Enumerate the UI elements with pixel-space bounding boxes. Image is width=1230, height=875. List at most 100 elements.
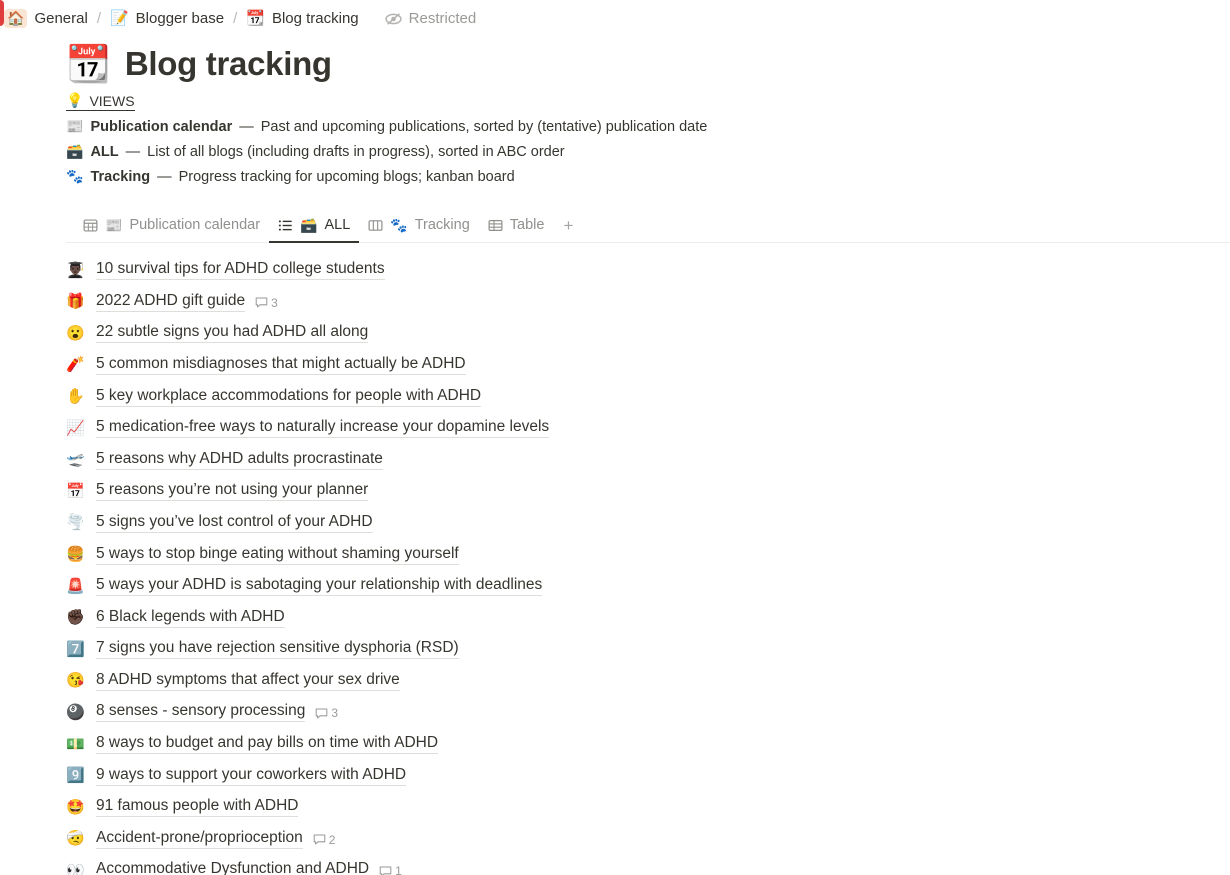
head-bandage-icon: 🤕 bbox=[66, 830, 85, 848]
list-item-title[interactable]: 5 ways your ADHD is sabotaging your rela… bbox=[96, 576, 543, 597]
add-view-button[interactable]: + bbox=[553, 215, 583, 242]
breadcrumb-label: General bbox=[34, 10, 88, 27]
breadcrumb-label: Blogger base bbox=[135, 10, 225, 27]
list-item-title[interactable]: 2022 ADHD gift guide bbox=[96, 292, 246, 312]
comment-count[interactable]: 3 bbox=[255, 296, 278, 310]
list-item[interactable]: 🎁 2022 ADHD gift guide 3 bbox=[66, 286, 1210, 318]
tab-tracking[interactable]: 🐾 Tracking bbox=[359, 215, 479, 243]
page-emoji-icon[interactable]: 📆 bbox=[66, 46, 111, 82]
comment-count[interactable]: 2 bbox=[313, 833, 335, 847]
list-item-title[interactable]: 5 medication-free ways to naturally incr… bbox=[96, 418, 550, 439]
paw-prints-icon: 🐾 bbox=[390, 217, 408, 234]
list-item[interactable]: 👨🏿‍🎓 10 survival tips for ADHD college s… bbox=[66, 254, 1210, 286]
list-item-title[interactable]: 91 famous people with ADHD bbox=[96, 797, 299, 818]
eight-ball-icon: 🎱 bbox=[66, 703, 85, 721]
board-view-icon bbox=[368, 218, 383, 233]
calendar-view-icon bbox=[83, 218, 98, 233]
page-content: 📆 Blog tracking 💡 VIEWS 📰 Publication ca… bbox=[0, 45, 1230, 875]
view-description-name: ALL bbox=[90, 144, 119, 161]
list-item-title[interactable]: 5 reasons you’re not using your planner bbox=[96, 481, 369, 502]
list-item-title[interactable]: 6 Black legends with ADHD bbox=[96, 608, 285, 628]
list-item-title[interactable]: Accident-prone/proprioception bbox=[96, 829, 303, 849]
tornado-icon: 🌪️ bbox=[66, 514, 85, 532]
breadcrumb-separator: / bbox=[233, 10, 238, 27]
breadcrumb-item-blogger-base[interactable]: 📝 Blogger base bbox=[106, 8, 228, 29]
list-item[interactable]: 🌪️ 5 signs you’ve lost control of your A… bbox=[66, 507, 1210, 539]
table-view-icon bbox=[488, 218, 503, 233]
card-index-box-icon: 🗃️ bbox=[66, 143, 84, 160]
list-item[interactable]: 😮 22 subtle signs you had ADHD all along bbox=[66, 318, 1210, 350]
open-mouth-face-icon: 😮 bbox=[66, 324, 85, 342]
list-item-title[interactable]: 5 ways to stop binge eating without sham… bbox=[96, 545, 459, 565]
list-item[interactable]: 7️⃣ 7 signs you have rejection sensitive… bbox=[66, 634, 1210, 666]
page-list: 👨🏿‍🎓 10 survival tips for ADHD college s… bbox=[66, 254, 1210, 875]
list-item-title[interactable]: 22 subtle signs you had ADHD all along bbox=[96, 323, 369, 344]
list-item[interactable]: 🛫 5 reasons why ADHD adults procrastinat… bbox=[66, 444, 1210, 476]
keycap-seven-icon: 7️⃣ bbox=[66, 640, 85, 658]
home-icon: 🏠 bbox=[4, 9, 28, 28]
list-item[interactable]: 📈 5 medication-free ways to naturally in… bbox=[66, 412, 1210, 444]
list-view-icon bbox=[278, 218, 293, 233]
tab-label: Table bbox=[509, 217, 545, 234]
view-description-dash: — bbox=[239, 119, 254, 135]
restricted-badge[interactable]: Restricted bbox=[385, 10, 476, 27]
views-label: VIEWS bbox=[89, 92, 135, 109]
list-item-title[interactable]: 8 senses - sensory processing bbox=[96, 702, 306, 723]
list-item[interactable]: 🤕 Accident-prone/proprioception 2 bbox=[66, 823, 1210, 855]
list-item-title[interactable]: 5 key workplace accommodations for peopl… bbox=[96, 387, 482, 407]
calendar-icon: 📆 bbox=[246, 10, 265, 27]
list-item[interactable]: 👀 Accommodative Dysfunction and ADHD 1 bbox=[66, 855, 1210, 875]
list-item[interactable]: 🍔 5 ways to stop binge eating without sh… bbox=[66, 539, 1210, 571]
view-description-tracking: 🐾 Tracking — Progress tracking for upcom… bbox=[66, 168, 1210, 186]
comment-count-value: 3 bbox=[331, 706, 339, 721]
list-item-title[interactable]: Accommodative Dysfunction and ADHD bbox=[96, 860, 369, 875]
graduate-icon: 👨🏿‍🎓 bbox=[66, 261, 85, 279]
newspaper-icon: 📰 bbox=[66, 118, 84, 134]
banknote-icon: 💵 bbox=[66, 735, 85, 753]
tab-all[interactable]: 🗃️ ALL bbox=[269, 215, 360, 244]
tab-label: ALL bbox=[324, 217, 351, 234]
comment-count-value: 1 bbox=[395, 864, 402, 875]
comment-count[interactable]: 1 bbox=[379, 864, 402, 875]
eye-slash-icon bbox=[385, 12, 402, 26]
breadcrumb-separator: / bbox=[96, 10, 101, 27]
list-item[interactable]: 🚨 5 ways your ADHD is sabotaging your re… bbox=[66, 570, 1210, 602]
star-struck-icon: 🤩 bbox=[66, 798, 85, 816]
breadcrumb-label: Blog tracking bbox=[271, 10, 359, 27]
list-item[interactable]: 🧨 5 common misdiagnoses that might actua… bbox=[66, 349, 1210, 381]
page-title[interactable]: Blog tracking bbox=[125, 45, 332, 83]
breadcrumb-item-blog-tracking[interactable]: 📆 Blog tracking bbox=[242, 8, 362, 29]
list-item-title[interactable]: 10 survival tips for ADHD college studen… bbox=[96, 260, 385, 281]
tab-table[interactable]: Table bbox=[479, 215, 554, 243]
list-item-title[interactable]: 5 reasons why ADHD adults procrastinate bbox=[96, 450, 383, 470]
views-heading: 💡 VIEWS bbox=[66, 92, 135, 111]
newspaper-icon: 📰 bbox=[105, 217, 123, 234]
comment-count[interactable]: 3 bbox=[315, 706, 338, 720]
tab-label: Publication calendar bbox=[129, 217, 261, 234]
list-item[interactable]: 🎱 8 senses - sensory processing 3 bbox=[66, 697, 1210, 729]
list-item[interactable]: ✋ 5 key workplace accommodations for peo… bbox=[66, 381, 1210, 413]
view-tab-bar: 📰 Publication calendar 🗃️ ALL 🐾 Tracking… bbox=[66, 212, 1230, 244]
raised-fist-icon: ✊🏿 bbox=[66, 609, 85, 627]
airplane-departure-icon: 🛫 bbox=[66, 451, 85, 469]
list-item-title[interactable]: 5 common misdiagnoses that might actuall… bbox=[96, 355, 466, 375]
memo-icon: 📝 bbox=[109, 10, 129, 27]
firecracker-icon: 🧨 bbox=[66, 356, 85, 374]
list-item[interactable]: 📅 5 reasons you’re not using your planne… bbox=[66, 476, 1210, 508]
list-item-title[interactable]: 7 signs you have rejection sensitive dys… bbox=[96, 639, 459, 660]
list-item-title[interactable]: 5 signs you’ve lost control of your ADHD bbox=[96, 513, 373, 533]
card-index-box-icon: 🗃️ bbox=[300, 217, 318, 234]
view-description-publication-calendar: 📰 Publication calendar — Past and upcomi… bbox=[66, 118, 1210, 136]
list-item-title[interactable]: 8 ADHD symptoms that affect your sex dri… bbox=[96, 671, 400, 691]
list-item[interactable]: 🤩 91 famous people with ADHD bbox=[66, 791, 1210, 823]
tab-publication-calendar[interactable]: 📰 Publication calendar bbox=[74, 215, 269, 243]
list-item[interactable]: 9️⃣ 9 ways to support your coworkers wit… bbox=[66, 760, 1210, 792]
list-item[interactable]: 💵 8 ways to budget and pay bills on time… bbox=[66, 728, 1210, 760]
gift-icon: 🎁 bbox=[66, 293, 85, 311]
list-item[interactable]: 😘 8 ADHD symptoms that affect your sex d… bbox=[66, 665, 1210, 697]
list-item-title[interactable]: 8 ways to budget and pay bills on time w… bbox=[96, 734, 439, 755]
view-description-text: Past and upcoming publications, sorted b… bbox=[260, 119, 708, 135]
list-item-title[interactable]: 9 ways to support your coworkers with AD… bbox=[96, 766, 407, 786]
list-item[interactable]: ✊🏿 6 Black legends with ADHD bbox=[66, 602, 1210, 634]
breadcrumb-item-general[interactable]: 🏠 General bbox=[0, 7, 92, 30]
